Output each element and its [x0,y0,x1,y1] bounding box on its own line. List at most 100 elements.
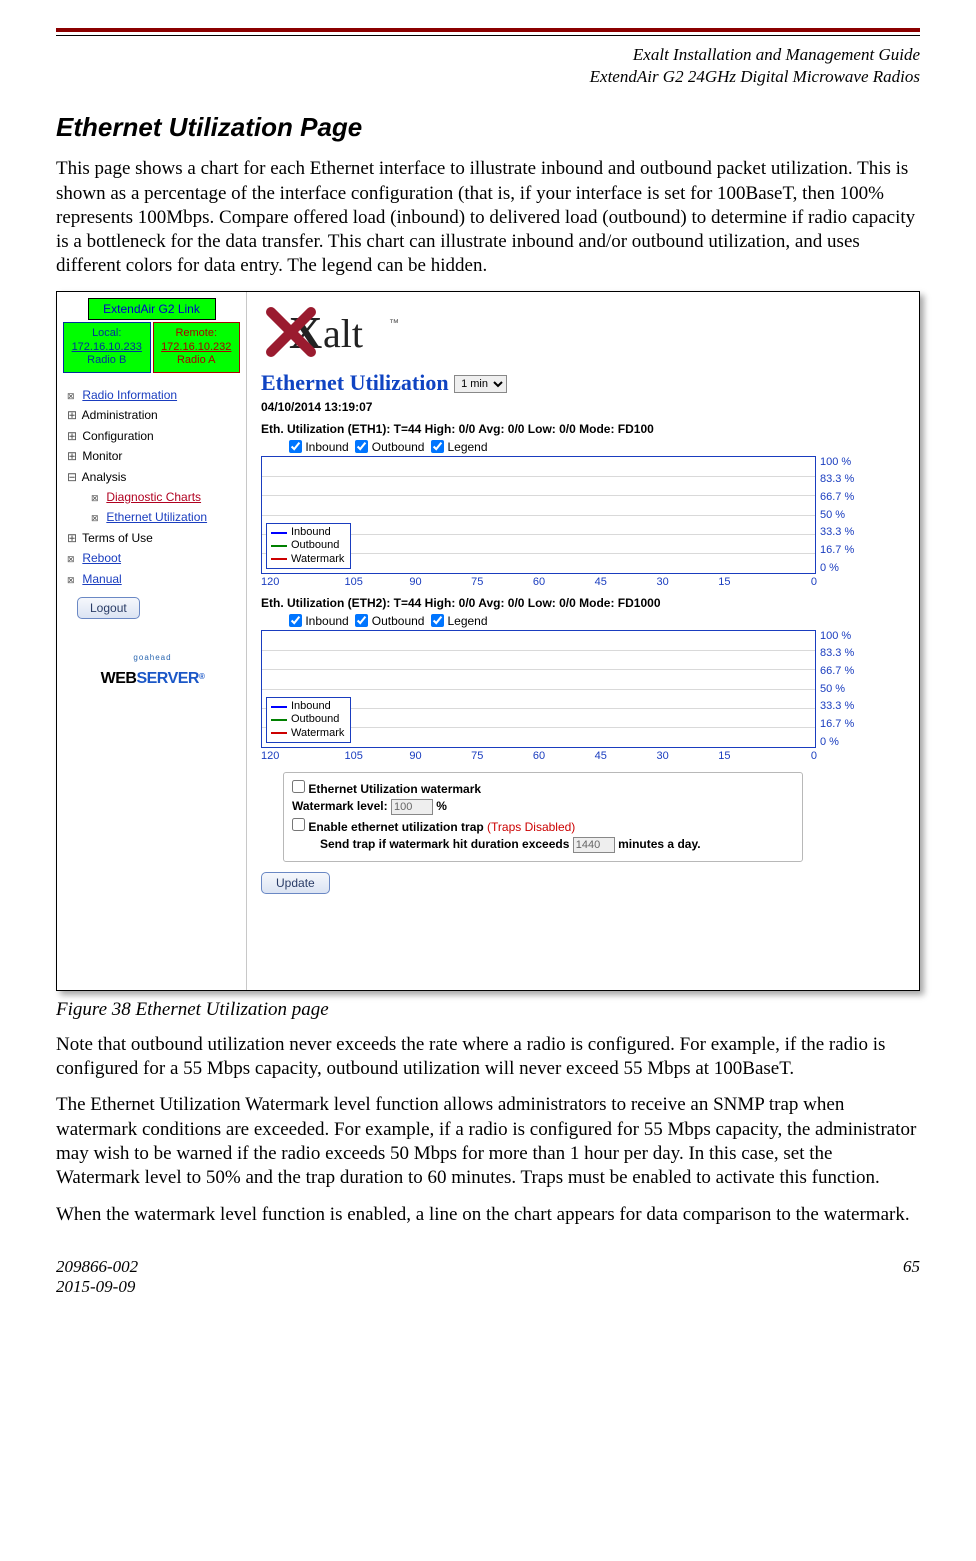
paragraph-after-2: The Ethernet Utilization Watermark level… [56,1093,920,1190]
chart1-legend-checkbox[interactable] [431,440,444,453]
leaf-icon: ⊠ [67,552,79,567]
panel-title-row: Ethernet Utilization 1 min [261,370,919,396]
chart2-plot: Inbound Outbound Watermark [261,630,816,748]
chart2-inbound-checkbox[interactable] [289,614,302,627]
collapse-icon: ⊟ [67,467,79,487]
main-panel: X alt ™ Ethernet Utilization 1 min 04/10… [247,292,919,990]
watermark-enable-checkbox[interactable] [292,780,305,793]
chart1-checkbox-row: Inbound Outbound Legend [289,440,919,454]
xtick: 75 [446,576,508,588]
nav-label: Administration [82,408,158,422]
legend-swatch-outbound [271,719,287,721]
webserver-logo: goahead WEBSERVER® [75,645,230,692]
update-button[interactable]: Update [261,872,330,894]
trap-enable-checkbox[interactable] [292,818,305,831]
watermark-enable-label: Ethernet Utilization watermark [308,782,481,796]
watermark-level-label: Watermark level: [292,799,388,813]
trap-sentence-pre: Send trap if watermark hit duration exce… [320,837,569,851]
chart1-y-axis: 100 % 83.3 % 66.7 % 50 % 33.3 % 16.7 % 0… [816,456,866,574]
legend-swatch-inbound [271,706,287,708]
chart1-header: Eth. Utilization (ETH1): T=44 High: 0/0 … [261,422,919,436]
watermark-level-input[interactable] [391,799,433,815]
chart2-checkbox-row: Inbound Outbound Legend [289,614,919,628]
leaf-icon: ⊠ [67,573,79,588]
trap-sentence-post: minutes a day. [618,837,700,851]
chart2-y-axis: 100 % 83.3 % 66.7 % 50 % 33.3 % 16.7 % 0… [816,630,866,748]
xtick: 105 [323,576,385,588]
nav-label: Analysis [82,470,127,484]
xtick: 90 [385,576,447,588]
xtick: 15 [693,750,755,762]
header-rule-thin [56,35,920,36]
chart2-x-axis: 120 105 90 75 60 45 30 15 0 [261,750,817,762]
nav-terms-of-use[interactable]: ⊞ Terms of Use [67,528,238,548]
panel-title: Ethernet Utilization [261,370,449,395]
footer-date: 2015-09-09 [56,1277,138,1297]
ytick: 100 % [820,630,866,642]
local-ip: 172.16.10.233 [66,341,148,355]
nav-administration[interactable]: ⊞ Administration [67,405,238,425]
nav-label: Reboot [82,551,121,565]
doc-header-line1: Exalt Installation and Management Guide [56,44,920,66]
xtick: 0 [755,750,817,762]
legend-swatch-watermark [271,732,287,734]
chart2-legend-box: Inbound Outbound Watermark [266,697,351,743]
ytick: 33.3 % [820,526,866,538]
chart1-outbound-checkbox[interactable] [355,440,368,453]
chart1-block: Inbound Outbound Legend Inbound Outbound… [261,440,919,588]
nav-configuration[interactable]: ⊞ Configuration [67,426,238,446]
leaf-icon: ⊠ [91,491,103,506]
ytick: 33.3 % [820,700,866,712]
nav-ethernet-utilization[interactable]: ⊠ Ethernet Utilization [91,507,238,527]
chart1-inbound-checkbox[interactable] [289,440,302,453]
leaf-icon: ⊠ [67,389,79,404]
nav-analysis[interactable]: ⊟ Analysis [67,467,238,487]
nav-reboot[interactable]: ⊠ Reboot [67,548,238,568]
svg-text:alt: alt [323,311,363,356]
ytick: 100 % [820,456,866,468]
intro-paragraph: This page shows a chart for each Etherne… [56,157,920,279]
chart2-legend-checkbox[interactable] [431,614,444,627]
logout-button[interactable]: Logout [77,597,140,619]
remote-radio-box[interactable]: Remote: 172.16.10.232 Radio A [153,322,241,373]
remote-label: Remote: [156,327,238,341]
footer-page-number: 65 [903,1257,920,1297]
leaf-icon: ⊠ [91,511,103,526]
local-radio-box[interactable]: Local: 172.16.10.233 Radio B [63,322,151,373]
paragraph-after-1: Note that outbound utilization never exc… [56,1033,920,1082]
ytick: 66.7 % [820,491,866,503]
webserver-logo-goahead: goahead [77,651,228,665]
trap-minutes-input[interactable] [573,837,615,853]
chart1-plot: Inbound Outbound Watermark [261,456,816,574]
chart2-block: Inbound Outbound Legend Inbound Outbound… [261,614,919,762]
expand-icon: ⊞ [67,426,79,446]
nav-manual[interactable]: ⊠ Manual [67,569,238,589]
interval-select[interactable]: 1 min [454,375,507,393]
nav-radio-information[interactable]: ⊠ Radio Information [67,385,238,405]
xtick: 15 [693,576,755,588]
chart1-legend-label: Legend [447,440,487,454]
traps-disabled-text: (Traps Disabled) [487,820,575,834]
doc-header: Exalt Installation and Management Guide … [56,44,920,88]
ytick: 16.7 % [820,544,866,556]
xtick: 60 [508,750,570,762]
chart1-legend-box: Inbound Outbound Watermark [266,523,351,569]
figure-caption: Figure 38 Ethernet Utilization page [56,999,920,1021]
chart2-inbound-label: Inbound [305,614,348,628]
nav-monitor[interactable]: ⊞ Monitor [67,446,238,466]
xtick: 60 [508,576,570,588]
expand-icon: ⊞ [67,446,79,466]
legend-swatch-outbound [271,545,287,547]
xtick: 30 [632,750,694,762]
exalt-logo: X alt ™ [261,302,919,362]
nav-label: Ethernet Utilization [106,510,207,524]
legend-label-watermark: Watermark [291,553,344,566]
xtick: 30 [632,576,694,588]
chart2-outbound-checkbox[interactable] [355,614,368,627]
nav-diagnostic-charts[interactable]: ⊠ Diagnostic Charts [91,487,238,507]
sidebar: ExtendAir G2 Link Local: 172.16.10.233 R… [57,292,247,990]
nav-label: Configuration [82,429,153,443]
webserver-logo-tm: ® [199,672,204,681]
section-title: Ethernet Utilization Page [56,112,920,143]
expand-icon: ⊞ [67,405,79,425]
